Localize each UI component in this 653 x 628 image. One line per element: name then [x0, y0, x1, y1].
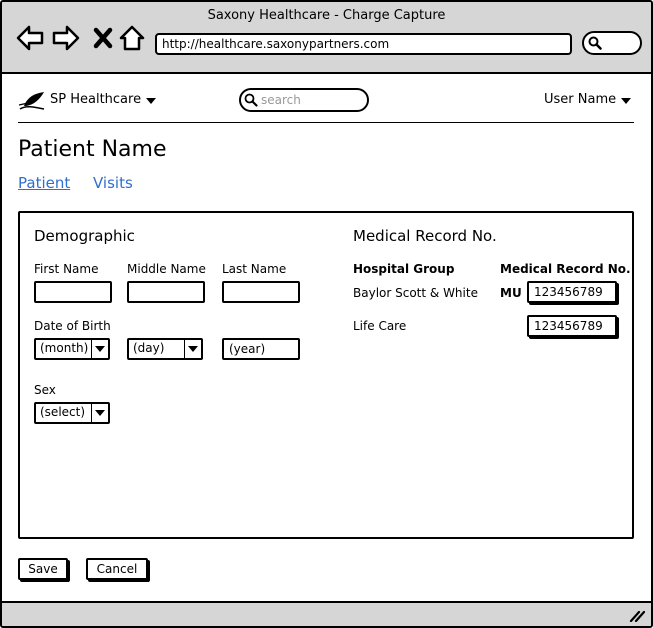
last-name-field[interactable]: [222, 281, 300, 303]
forward-arrow-icon[interactable]: [52, 24, 80, 52]
select-divider: [90, 340, 92, 358]
sex-value: (select): [40, 405, 86, 419]
search-icon: [588, 36, 602, 50]
chevron-down-icon[interactable]: [146, 98, 156, 104]
dob-label: Date of Birth: [34, 319, 111, 333]
window-title: Saxony Healthcare - Charge Capture: [207, 8, 446, 23]
hospital-name: Life Care: [353, 319, 407, 333]
hospital-group-column-header: Hospital Group: [353, 262, 455, 276]
tab-visits[interactable]: Visits: [93, 174, 133, 192]
resize-grip-icon[interactable]: [629, 610, 645, 622]
app-header: SP Healthcare User Name: [18, 82, 634, 123]
cancel-button[interactable]: Cancel: [86, 558, 148, 580]
sex-label: Sex: [34, 383, 56, 397]
select-divider: [90, 404, 92, 422]
chevron-down-icon: [95, 410, 105, 416]
patient-form-panel: Demographic First Name Middle Name Last …: [18, 211, 634, 539]
search-icon: [244, 93, 258, 107]
mrn-prefix: MU: [500, 286, 522, 300]
brand-menu[interactable]: SP Healthcare: [50, 92, 141, 107]
tab-patient[interactable]: Patient: [18, 174, 70, 192]
dob-day-select[interactable]: (day): [127, 338, 203, 360]
stop-x-icon[interactable]: [92, 24, 120, 52]
brand-logo-icon: [18, 92, 45, 110]
status-bar: [2, 601, 651, 626]
back-arrow-icon[interactable]: [16, 24, 44, 52]
hospital-name: Baylor Scott & White: [353, 286, 478, 300]
middle-name-label: Middle Name: [127, 262, 206, 276]
mrn-column-header: Medical Record No.: [500, 262, 631, 276]
save-button[interactable]: Save: [18, 558, 68, 580]
page-title: Patient Name: [18, 137, 167, 162]
mrn-field[interactable]: 123456789: [527, 315, 617, 337]
select-divider: [183, 340, 185, 358]
dob-month-select[interactable]: (month): [34, 338, 110, 360]
user-menu[interactable]: User Name: [544, 92, 616, 107]
chevron-down-icon: [188, 346, 198, 352]
dob-month-value: (month): [40, 341, 89, 355]
dob-day-value: (day): [133, 341, 165, 355]
demographic-heading: Demographic: [34, 227, 135, 245]
chevron-down-icon: [95, 346, 105, 352]
app-search-box[interactable]: [239, 88, 369, 112]
browser-toolbar: Saxony Healthcare - Charge Capture http:…: [2, 2, 651, 74]
address-bar[interactable]: http://healthcare.saxonypartners.com: [155, 33, 572, 55]
last-name-label: Last Name: [222, 262, 287, 276]
first-name-label: First Name: [34, 262, 99, 276]
sex-select[interactable]: (select): [34, 402, 110, 424]
dob-year-field[interactable]: (year): [222, 338, 300, 360]
mrn-field[interactable]: 123456789: [527, 281, 617, 303]
search-input[interactable]: [261, 92, 361, 108]
home-icon[interactable]: [118, 24, 146, 52]
chevron-down-icon[interactable]: [621, 98, 631, 104]
browser-search-button[interactable]: [582, 31, 642, 55]
medical-record-heading: Medical Record No.: [353, 227, 497, 245]
browser-window: Saxony Healthcare - Charge Capture http:…: [0, 0, 653, 628]
first-name-field[interactable]: [34, 281, 112, 303]
middle-name-field[interactable]: [127, 281, 205, 303]
